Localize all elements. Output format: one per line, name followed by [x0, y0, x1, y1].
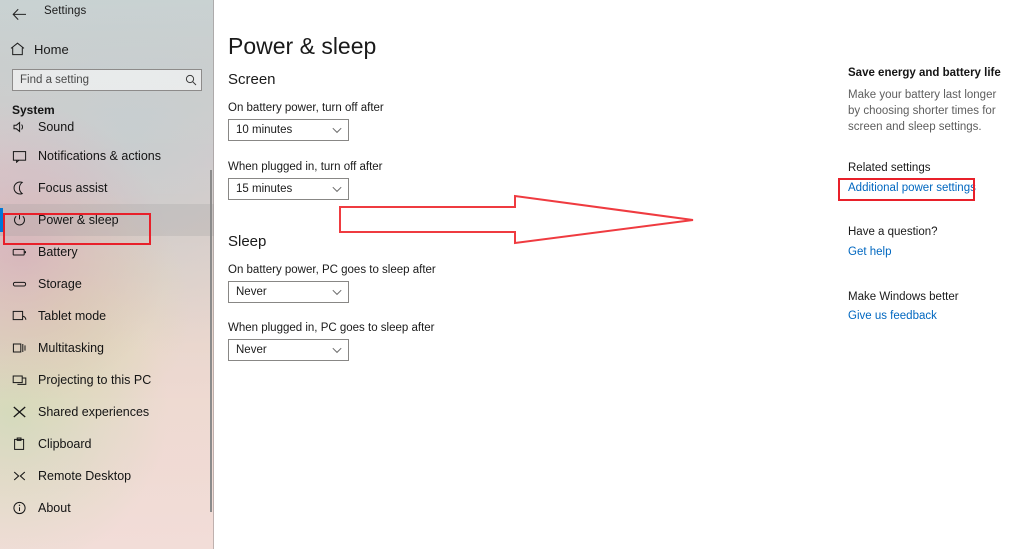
sidebar-item-label: Remote Desktop — [38, 469, 132, 483]
sidebar-item-label: Tablet mode — [38, 309, 107, 323]
window-title: Settings — [44, 5, 87, 17]
sidebar-item-label: About — [38, 501, 71, 515]
have-a-question-title: Have a question? — [848, 226, 938, 238]
remote-desktop-icon — [0, 469, 38, 483]
screen-plugged-dropdown[interactable]: 15 minutes — [228, 178, 349, 200]
sidebar-item-focus-assist[interactable]: Focus assist — [0, 172, 214, 204]
screen-battery-label: On battery power, turn off after — [228, 102, 384, 114]
sidebar-item-shared-experiences[interactable]: Shared experiences — [0, 396, 214, 428]
chevron-down-icon — [326, 127, 348, 134]
search-icon[interactable] — [181, 74, 201, 86]
search-input[interactable] — [13, 70, 181, 90]
sleep-plugged-dropdown[interactable]: Never — [228, 339, 349, 361]
dropdown-value: Never — [236, 344, 267, 356]
shared-experiences-icon — [0, 405, 38, 419]
back-arrow-icon[interactable] — [6, 2, 32, 26]
sidebar-scrollbar[interactable] — [210, 170, 212, 512]
sleep-battery-label: On battery power, PC goes to sleep after — [228, 264, 436, 276]
moon-icon — [0, 181, 38, 195]
projecting-icon — [0, 373, 38, 387]
page-title: Power & sleep — [228, 33, 377, 59]
sidebar-item-projecting-to-this-pc[interactable]: Projecting to this PC — [0, 364, 214, 396]
screen-battery-dropdown[interactable]: 10 minutes — [228, 119, 349, 141]
window-titlebar-left: Settings — [0, 0, 214, 28]
battery-icon — [0, 245, 38, 259]
dropdown-value: 15 minutes — [236, 183, 293, 195]
chevron-down-icon — [326, 186, 348, 193]
clipboard-icon — [0, 437, 38, 451]
related-settings-title: Related settings — [848, 162, 931, 174]
sidebar-item-label: Storage — [38, 277, 82, 291]
sleep-plugged-label: When plugged in, PC goes to sleep after — [228, 322, 435, 334]
sidebar-item-label: Projecting to this PC — [38, 373, 152, 387]
sidebar-item-remote-desktop[interactable]: Remote Desktop — [0, 460, 214, 492]
notifications-icon — [0, 149, 38, 163]
give-us-feedback-link[interactable]: Give us feedback — [848, 310, 937, 322]
sidebar-item-battery[interactable]: Battery — [0, 236, 214, 268]
sidebar-item-label: Multitasking — [38, 341, 104, 355]
sidebar-item-storage[interactable]: Storage — [0, 268, 214, 300]
sidebar-item-sound[interactable]: Sound — [0, 120, 214, 140]
dropdown-value: Never — [236, 286, 267, 298]
sound-icon — [0, 120, 38, 140]
tip-body: Make your battery last longer by choosin… — [848, 89, 997, 133]
sidebar-item-label: Notifications & actions — [38, 149, 161, 163]
sidebar-item-label: Battery — [38, 245, 78, 259]
chevron-down-icon — [326, 347, 348, 354]
sidebar-item-label: Sound — [38, 120, 75, 134]
sidebar: Settings Home System — [0, 0, 214, 549]
screen-plugged-label: When plugged in, turn off after — [228, 161, 383, 173]
sleep-battery-dropdown[interactable]: Never — [228, 281, 349, 303]
sidebar-item-about[interactable]: About — [0, 492, 214, 524]
additional-power-settings-link[interactable]: Additional power settings — [848, 182, 976, 194]
tip-title: Save energy and battery life — [848, 67, 1001, 79]
dropdown-value: 10 minutes — [236, 124, 293, 136]
search-box[interactable] — [12, 69, 202, 91]
sidebar-item-multitasking[interactable]: Multitasking — [0, 332, 214, 364]
multitasking-icon — [0, 341, 38, 355]
sidebar-category-label: System — [12, 103, 55, 117]
tablet-icon — [0, 309, 38, 323]
get-help-link[interactable]: Get help — [848, 246, 891, 258]
settings-window: Settings Home System — [0, 0, 1024, 549]
sidebar-item-clipboard[interactable]: Clipboard — [0, 428, 214, 460]
sidebar-item-label: Shared experiences — [38, 405, 150, 419]
sidebar-item-label: Focus assist — [38, 181, 108, 195]
sidebar-item-power-and-sleep[interactable]: Power & sleep — [0, 204, 214, 236]
sidebar-nav-list[interactable]: Sound Notifications & actions Focus assi… — [0, 120, 214, 549]
sidebar-home-label: Home — [34, 41, 69, 57]
sidebar-item-label: Power & sleep — [38, 213, 119, 227]
home-icon — [0, 42, 34, 56]
make-windows-better-title: Make Windows better — [848, 291, 959, 303]
sidebar-item-label: Clipboard — [38, 437, 92, 451]
chevron-down-icon — [326, 289, 348, 296]
sidebar-item-home[interactable]: Home — [0, 36, 214, 62]
sidebar-item-notifications-and-actions[interactable]: Notifications & actions — [0, 140, 214, 172]
power-icon — [0, 213, 38, 227]
sidebar-item-tablet-mode[interactable]: Tablet mode — [0, 300, 214, 332]
sleep-section-heading: Sleep — [228, 233, 267, 250]
info-icon — [0, 501, 38, 515]
right-info-panel: Save energy and battery life Make your b… — [835, 0, 1024, 549]
storage-icon — [0, 277, 38, 291]
screen-section-heading: Screen — [228, 71, 276, 88]
